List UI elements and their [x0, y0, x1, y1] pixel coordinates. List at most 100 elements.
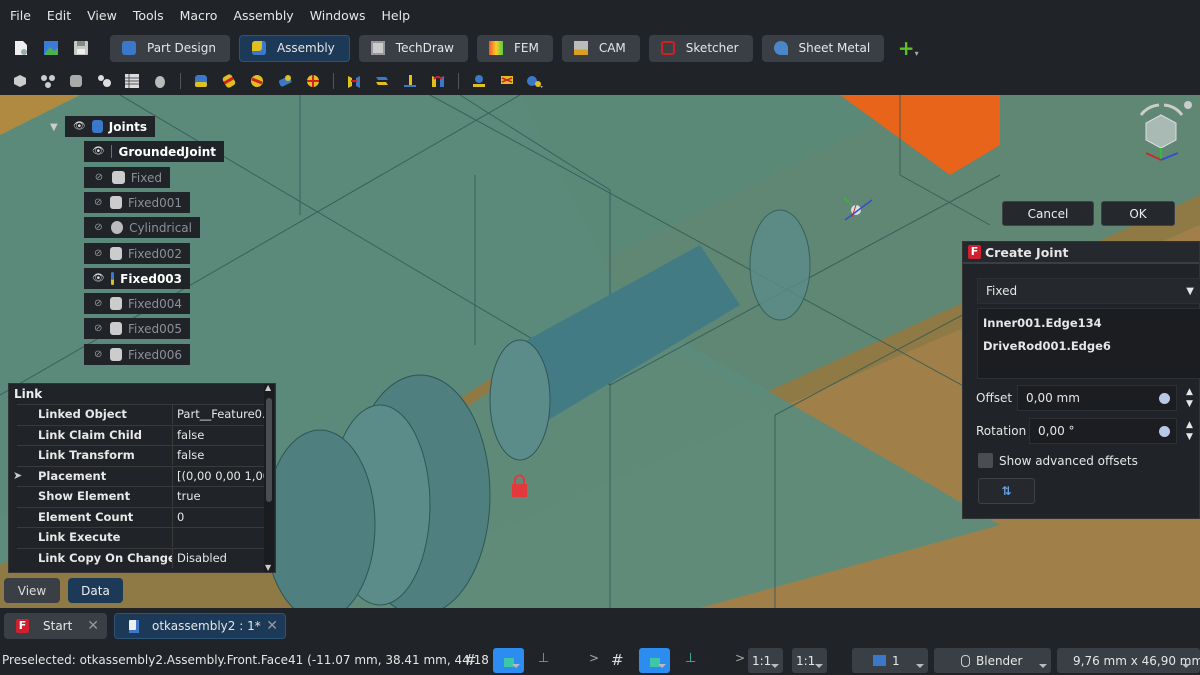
expression-icon[interactable]: [1159, 425, 1170, 437]
references-list[interactable]: Inner001.Edge134 DriveRod001.Edge6: [977, 308, 1200, 379]
save-document-icon[interactable]: [70, 37, 92, 59]
visibility-eye-icon[interactable]: 👁: [92, 146, 105, 157]
visibility-eye-icon[interactable]: 👁: [73, 121, 86, 132]
advanced-offsets-checkbox[interactable]: [978, 453, 993, 468]
ok-button[interactable]: OK: [1101, 201, 1175, 226]
tab-view[interactable]: View: [4, 578, 60, 603]
cylindrical-joint-icon[interactable]: [276, 73, 294, 89]
property-row[interactable]: Show Element true: [17, 486, 265, 506]
rack-pinion-icon[interactable]: [470, 73, 488, 89]
menu-macro[interactable]: Macro: [172, 8, 226, 23]
scroll-up-icon[interactable]: ▲: [265, 383, 271, 392]
tree-item-joints[interactable]: 👁 Joints: [65, 116, 155, 137]
lock-toggle-button[interactable]: [493, 648, 524, 673]
bill-of-materials-icon[interactable]: [123, 73, 141, 89]
create-simulation-icon[interactable]: [95, 73, 113, 89]
menu-edit[interactable]: Edit: [39, 8, 79, 23]
tree-item[interactable]: ⊘ Fixed004: [84, 293, 190, 314]
expand-arrow-icon[interactable]: ▼: [50, 122, 58, 133]
menu-windows[interactable]: Windows: [302, 8, 374, 23]
tree-item[interactable]: 👁 GroundedJoint: [84, 141, 224, 162]
perpendicular-joint-icon[interactable]: [401, 73, 419, 89]
screw-joint-icon[interactable]: [498, 73, 516, 89]
workbench-part-design[interactable]: Part Design: [110, 34, 230, 62]
visibility-eye-icon[interactable]: 👁: [92, 273, 105, 284]
chevron-right-icon[interactable]: >: [735, 651, 745, 665]
workbench-cam[interactable]: CAM: [561, 34, 640, 62]
property-row[interactable]: Link Transform false: [17, 445, 265, 465]
menu-view[interactable]: View: [79, 8, 125, 23]
property-scrollbar[interactable]: ▲ ▼: [264, 383, 274, 572]
workbench-fem[interactable]: FEM: [477, 34, 553, 62]
tree-item[interactable]: ⊘ Fixed006: [84, 344, 190, 365]
snap-icon[interactable]: ⊥: [538, 651, 549, 666]
navigation-style-select[interactable]: Blender: [934, 648, 1051, 673]
tree-item[interactable]: ⊘ Fixed001: [84, 192, 190, 213]
zoom-ratio-select[interactable]: 1:1: [748, 648, 783, 673]
ball-joint-icon[interactable]: [304, 73, 322, 89]
visibility-hidden-icon[interactable]: ⊘: [92, 222, 105, 233]
navigation-cube[interactable]: [1126, 95, 1196, 165]
tree-item[interactable]: ⊘ Fixed002: [84, 243, 190, 264]
visibility-hidden-icon[interactable]: ⊘: [92, 298, 104, 309]
tab-data[interactable]: Data: [68, 578, 123, 603]
insert-component-icon[interactable]: [11, 73, 29, 89]
joint-type-select[interactable]: Fixed ▼: [977, 278, 1200, 304]
property-row[interactable]: Element Count 0: [17, 507, 265, 527]
gear-joint-icon[interactable]: [526, 73, 544, 89]
doc-tab-start[interactable]: F Start ✕: [4, 613, 107, 639]
property-row[interactable]: Linked Object Part__Feature0...: [17, 404, 265, 424]
visibility-hidden-icon[interactable]: ⊘: [92, 248, 104, 259]
cancel-button[interactable]: Cancel: [1002, 201, 1094, 226]
scroll-down-icon[interactable]: ▼: [265, 563, 271, 572]
workbench-sketcher[interactable]: Sketcher: [648, 34, 753, 62]
property-row[interactable]: Placement[(0,00 0,00 1,00...: [17, 466, 265, 486]
plus-icon[interactable]: + ▾: [897, 36, 919, 60]
offset-spin-up-icon[interactable]: ▲: [1186, 387, 1193, 397]
distance-joint-icon[interactable]: [345, 73, 363, 89]
reference-item[interactable]: DriveRod001.Edge6: [983, 339, 1111, 353]
snap-icon[interactable]: ⊥: [685, 651, 696, 666]
close-tab-icon[interactable]: ✕: [266, 618, 278, 634]
ground-joint-icon[interactable]: [192, 73, 210, 89]
rotation-spin-up-icon[interactable]: ▲: [1186, 420, 1193, 430]
rotation-input[interactable]: 0,00 °: [1029, 418, 1177, 444]
offset-spin-down-icon[interactable]: ▼: [1186, 399, 1193, 409]
menu-help[interactable]: Help: [374, 8, 419, 23]
zoom-ratio-select[interactable]: 1:1: [792, 648, 827, 673]
workbench-techdraw[interactable]: TechDraw: [358, 34, 468, 62]
explode-icon[interactable]: [39, 73, 57, 89]
visibility-hidden-icon[interactable]: ⊘: [92, 197, 104, 208]
parallel-joint-icon[interactable]: [373, 73, 391, 89]
fixed-joint-icon[interactable]: [220, 73, 238, 89]
rotation-spin-down-icon[interactable]: ▼: [1186, 432, 1193, 442]
grid-icon[interactable]: #: [611, 651, 624, 669]
visibility-hidden-icon[interactable]: ⊘: [92, 323, 104, 334]
chevron-right-icon[interactable]: >: [589, 651, 599, 665]
menu-file[interactable]: File: [2, 8, 39, 23]
workbench-sheet-metal[interactable]: Sheet Metal: [761, 34, 885, 62]
tree-item[interactable]: 👁 Fixed003: [84, 268, 190, 289]
tree-item[interactable]: ⊘ Fixed: [84, 167, 170, 188]
menu-assembly[interactable]: Assembly: [225, 8, 301, 23]
close-tab-icon[interactable]: ✕: [87, 618, 99, 634]
visibility-hidden-icon[interactable]: ⊘: [92, 172, 106, 183]
property-row[interactable]: Link Claim Child false: [17, 425, 265, 445]
expression-icon[interactable]: [1159, 392, 1170, 404]
new-assembly-icon[interactable]: [67, 73, 85, 89]
menu-tools[interactable]: Tools: [125, 8, 172, 23]
workbench-assembly[interactable]: Assembly: [238, 34, 350, 62]
visibility-hidden-icon[interactable]: ⊘: [92, 349, 104, 360]
scroll-thumb[interactable]: [266, 398, 272, 502]
open-document-icon[interactable]: [40, 37, 62, 59]
dimensions-select[interactable]: 9,76 mm x 46,90 mm: [1057, 648, 1200, 673]
tree-item[interactable]: ⊘ Fixed005: [84, 318, 190, 339]
property-row[interactable]: Link Copy On Change Disabled: [17, 548, 265, 568]
doc-tab-otkassembly2[interactable]: otkassembly2 : 1* ✕: [114, 613, 286, 639]
grid-icon[interactable]: #: [464, 651, 477, 669]
reference-item[interactable]: Inner001.Edge134: [983, 316, 1102, 330]
solve-assembly-icon[interactable]: [151, 73, 169, 89]
reverse-direction-button[interactable]: ⇅: [978, 478, 1035, 504]
new-document-icon[interactable]: [10, 37, 32, 59]
tree-item[interactable]: ⊘ Cylindrical: [84, 217, 200, 238]
